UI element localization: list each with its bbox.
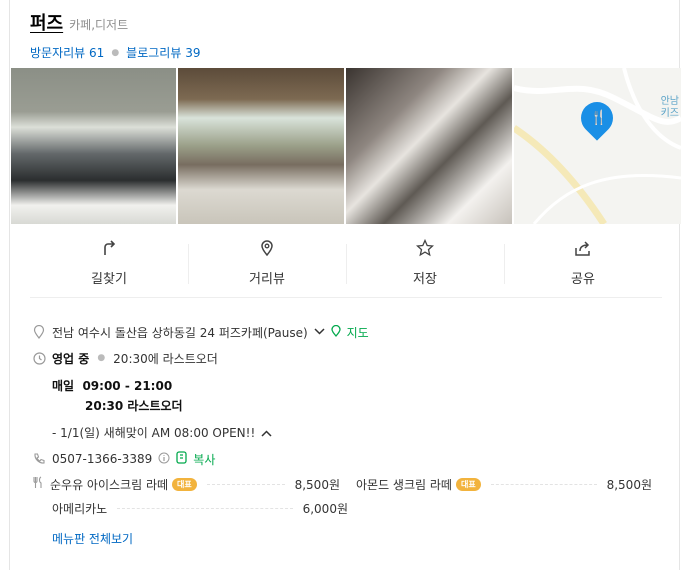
photo-strip: 🍴 안남 키즈: [11, 68, 681, 224]
map-area-label: 안남 키즈: [660, 96, 679, 119]
menu-item-name: 순우유 아이스크림 라떼: [50, 477, 169, 492]
signature-badge: 대표: [172, 477, 197, 491]
menu-item-price: 8,500원: [606, 477, 652, 492]
menu-item[interactable]: 아몬드 생크림 라떼 대표 8,500원: [356, 476, 652, 493]
photo-1[interactable]: [11, 68, 176, 224]
place-title[interactable]: 퍼즈: [30, 9, 63, 35]
street-view-button[interactable]: 거리뷰: [188, 238, 346, 297]
star-icon: [415, 238, 435, 258]
dotted-leader: [117, 507, 293, 509]
street-view-icon: [257, 238, 277, 258]
chevron-down-icon[interactable]: [314, 326, 325, 339]
map-link[interactable]: 지도: [347, 324, 369, 341]
share-label: 공유: [571, 272, 595, 287]
business-status-row: 영업 중 ● 20:30에 라스트오더: [32, 348, 664, 368]
action-bar: 길찾기 거리뷰 저장 공유: [30, 238, 662, 298]
share-button[interactable]: 공유: [504, 238, 662, 297]
copy-button[interactable]: 복사: [193, 451, 215, 468]
clock-icon: [32, 351, 46, 365]
place-category: 카페,디저트: [69, 18, 129, 32]
copy-icon: [176, 451, 187, 467]
hours-time: 09:00 - 21:00: [82, 379, 173, 393]
phone-number: 0507-1366-3389: [52, 452, 153, 466]
dotted-leader: [206, 483, 285, 485]
last-order-text: 20:30에 라스트오더: [113, 351, 218, 366]
menu-item-name: 아메리카노: [52, 501, 108, 516]
directions-label: 길찾기: [91, 272, 127, 287]
cutlery-icon: [32, 476, 44, 492]
save-button[interactable]: 저장: [346, 238, 504, 297]
save-label: 저장: [413, 272, 437, 287]
hours-day: 매일: [52, 379, 75, 393]
notice-row: - 1/1(일) 새해맞이 AM 08:00 OPEN!!: [52, 424, 664, 441]
menu-item-price: 6,000원: [302, 501, 348, 516]
share-icon: [573, 238, 593, 258]
menu-row-1: 순우유 아이스크림 라떼 대표 8,500원 아몬드 생크림 라떼 대표 8,5…: [32, 474, 664, 494]
photo-3[interactable]: [346, 68, 512, 224]
phone-row: 0507-1366-3389 복사: [32, 449, 664, 469]
visitor-review-link[interactable]: 방문자리뷰 61: [30, 44, 104, 61]
dotted-leader: [490, 483, 597, 485]
street-view-label: 거리뷰: [249, 272, 285, 287]
chevron-up-icon[interactable]: [261, 426, 272, 440]
review-links: 방문자리뷰 61 ● 블로그리뷰 39: [30, 44, 200, 61]
address-row: 전남 여수시 돌산읍 상하동길 24 퍼즈카페(Pause) 지도: [32, 322, 664, 342]
map-thumbnail[interactable]: 🍴 안남 키즈: [514, 68, 681, 224]
signature-badge: 대표: [455, 477, 481, 491]
menu-item[interactable]: 순우유 아이스크림 라떼 대표 8,500원: [50, 476, 340, 493]
map-roads: [514, 68, 681, 224]
directions-button[interactable]: 길찾기: [30, 238, 188, 297]
menu-item-price: 8,500원: [294, 477, 340, 492]
separator-dot: ●: [97, 353, 106, 363]
location-pin-icon: [32, 325, 46, 339]
info-icon[interactable]: [158, 452, 170, 467]
view-full-menu-link[interactable]: 메뉴판 전체보기: [52, 530, 664, 547]
menu-row-2: 아메리카노 6,000원: [32, 498, 664, 518]
address-text: 전남 여수시 돌산읍 상하동길 24 퍼즈카페(Pause): [52, 325, 308, 340]
restaurant-icon: 🍴: [590, 110, 608, 126]
blog-review-link[interactable]: 블로그리뷰 39: [126, 44, 200, 61]
hours-last-order: 20:30 라스트오더: [85, 399, 183, 413]
menu-item[interactable]: 아메리카노 6,000원: [52, 500, 348, 517]
notice-text: - 1/1(일) 새해맞이 AM 08:00 OPEN!!: [52, 426, 256, 440]
place-info: 전남 여수시 돌산읍 상하동길 24 퍼즈카페(Pause) 지도 영업 중 ●…: [32, 322, 664, 547]
menu-item-name: 아몬드 생크림 라떼: [356, 477, 452, 492]
status-badge[interactable]: 영업 중: [52, 350, 89, 367]
hours-block: 매일 09:00 - 21:00 20:30 라스트오더: [52, 376, 664, 416]
place-header: 퍼즈 카페,디저트 방문자리뷰 61 ● 블로그리뷰 39: [30, 9, 200, 61]
phone-icon: [32, 452, 46, 466]
photo-2[interactable]: [178, 68, 344, 224]
separator-dot: ●: [111, 47, 120, 58]
directions-icon: [99, 238, 119, 258]
map-link-pin-icon: [330, 324, 341, 340]
place-card: 퍼즈 카페,디저트 방문자리뷰 61 ● 블로그리뷰 39 🍴 안남 키즈 길찾…: [9, 0, 681, 570]
